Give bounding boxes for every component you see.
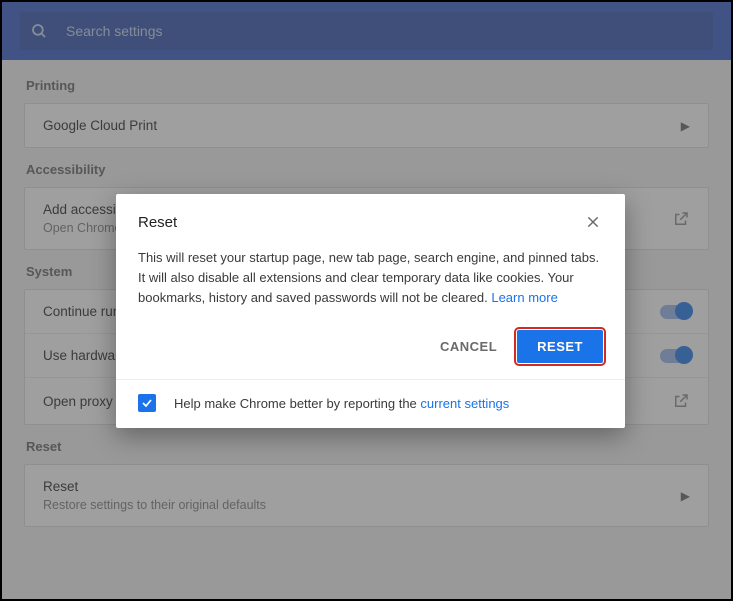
reset-dialog: Reset This will reset your startup page,…	[116, 194, 625, 428]
footer-text: Help make Chrome better by reporting the	[174, 396, 420, 411]
dialog-header: Reset	[116, 194, 625, 238]
cancel-button[interactable]: CANCEL	[436, 331, 501, 362]
dialog-body: This will reset your startup page, new t…	[116, 238, 625, 308]
close-icon[interactable]	[583, 212, 603, 232]
current-settings-link[interactable]: current settings	[420, 396, 509, 411]
dialog-title: Reset	[138, 214, 583, 231]
footer-text-wrap: Help make Chrome better by reporting the…	[174, 396, 509, 411]
dialog-footer: Help make Chrome better by reporting the…	[116, 379, 625, 428]
learn-more-link[interactable]: Learn more	[491, 290, 557, 305]
report-checkbox[interactable]	[138, 394, 156, 412]
dialog-actions: CANCEL RESET	[116, 308, 625, 379]
reset-button[interactable]: RESET	[517, 330, 603, 363]
